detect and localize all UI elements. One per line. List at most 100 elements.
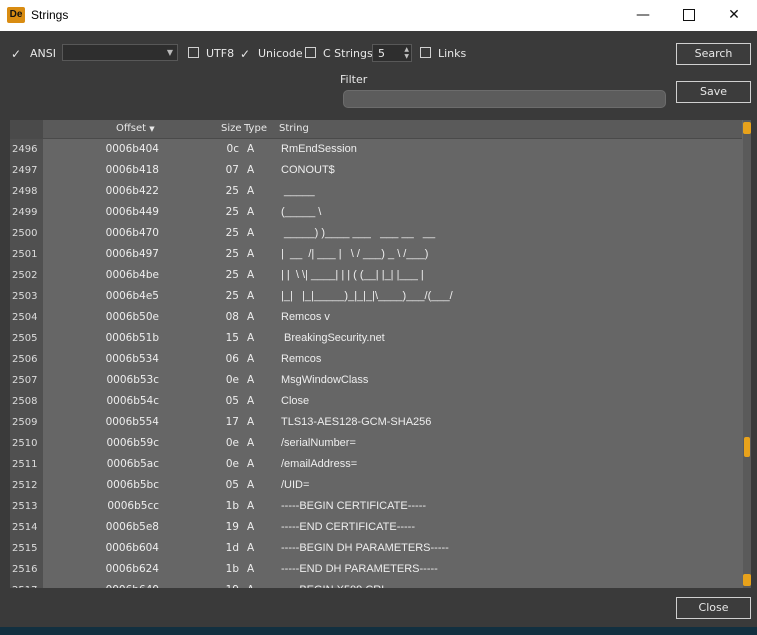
- string-cell: MsgWindowClass: [281, 374, 369, 386]
- table-row[interactable]: 2504 0006b50e 08 A Remcos v: [10, 307, 742, 328]
- type-cell: A: [247, 374, 255, 386]
- table-row[interactable]: 2513 0006b5cc 1b A -----BEGIN CERTIFICATE---…: [10, 496, 742, 517]
- table-row[interactable]: 2500 0006b470 25 A _____) )____ ___ ___ __ …: [10, 223, 742, 244]
- string-cell: /emailAddress=: [281, 458, 358, 470]
- spin-down-icon[interactable]: ▼: [404, 53, 409, 60]
- table-row[interactable]: 2497 0006b418 07 A CONOUT$: [10, 160, 742, 181]
- close-window-button[interactable]: ✕: [711, 0, 757, 31]
- string-cell: CONOUT$: [281, 164, 335, 176]
- size-cell: 25: [225, 269, 239, 281]
- column-offset[interactable]: Offset ▼: [116, 123, 155, 134]
- table-row[interactable]: 2512 0006b5bc 05 A/UID=: [10, 475, 742, 496]
- row-index: 2508: [10, 391, 43, 412]
- save-button[interactable]: Save: [676, 81, 751, 103]
- type-cell: A: [247, 479, 255, 491]
- table-row[interactable]: 2501 0006b497 25 A | __ /| ___ | \ / ___) _ …: [10, 244, 742, 265]
- encoding-dropdown[interactable]: ▼: [62, 44, 178, 61]
- minimize-button[interactable]: —: [620, 0, 666, 31]
- row-index: 2506: [10, 349, 43, 370]
- offset-cell: 0006b497: [105, 248, 159, 260]
- utf8-checkbox[interactable]: [188, 47, 199, 58]
- table-row[interactable]: 2515 0006b604 1d A -----BEGIN DH PARAMETERS-…: [10, 538, 742, 559]
- size-cell: 25: [225, 185, 239, 197]
- type-cell: A: [247, 185, 255, 197]
- maximize-button[interactable]: [666, 0, 712, 31]
- size-cell: 25: [225, 248, 239, 260]
- size-cell: 1b: [225, 500, 239, 512]
- offset-cell: 0006b5cc: [107, 500, 159, 512]
- string-cell: -----END CERTIFICATE-----: [281, 521, 416, 533]
- column-type[interactable]: Type: [244, 123, 267, 134]
- column-string[interactable]: String: [279, 123, 309, 134]
- ansi-label: ANSI: [30, 47, 56, 60]
- row-index: 2513: [10, 496, 43, 517]
- size-cell: 0e: [225, 374, 239, 386]
- chevron-down-icon: ▼: [166, 48, 173, 57]
- string-cell: _____: [281, 185, 315, 197]
- sort-down-icon: ▼: [149, 125, 155, 133]
- table-row[interactable]: 2510 0006b59c 0e A/serialNumber=: [10, 433, 742, 454]
- table-row[interactable]: 2509 0006b554 17 A TLS13-AES128-GCM-SHA256: [10, 412, 742, 433]
- offset-cell: 0006b624: [105, 563, 159, 575]
- table-row[interactable]: 2511 0006b5ac 0e A/emailAddress=: [10, 454, 742, 475]
- row-index: 2511: [10, 454, 43, 475]
- filter-input[interactable]: [343, 90, 666, 108]
- table-row[interactable]: 2499 0006b449 25 A (_____ \: [10, 202, 742, 223]
- scroll-down-icon[interactable]: [743, 574, 751, 586]
- ansi-checkbox[interactable]: ✓: [11, 48, 21, 60]
- string-cell: RmEndSession: [281, 143, 357, 155]
- spin-up-icon[interactable]: ▲: [404, 46, 409, 53]
- table-row[interactable]: 2502 0006b4be 25 A | | \ \| ____| | | ( (__|…: [10, 265, 742, 286]
- search-button[interactable]: Search: [676, 43, 751, 65]
- type-cell: A: [247, 500, 255, 512]
- size-cell: 0e: [225, 437, 239, 449]
- title-bar: De Strings — ✕: [0, 0, 757, 31]
- scroll-thumb[interactable]: [744, 437, 750, 457]
- table-row[interactable]: 2496 0006b404 0c A RmEndSession: [10, 139, 742, 160]
- type-cell: A: [247, 580, 254, 588]
- size-cell: 0c: [226, 143, 239, 155]
- string-cell: BreakingSecurity.net: [281, 332, 385, 344]
- table-row[interactable]: 2507 0006b53c 0e A MsgWindowClass: [10, 370, 742, 391]
- type-cell: A: [247, 542, 255, 554]
- row-index: 2503: [10, 286, 43, 307]
- links-checkbox[interactable]: [420, 47, 431, 58]
- close-button[interactable]: Close: [676, 597, 751, 619]
- string-cell: Remcos: [281, 353, 322, 365]
- row-index: 2504: [10, 307, 43, 328]
- row-index: 2499: [10, 202, 43, 223]
- table-row[interactable]: 2508 0006b54c 05 A Close: [10, 391, 742, 412]
- offset-cell: 0006b5bc: [106, 479, 159, 491]
- table-row[interactable]: 2505 0006b51b 15 A BreakingSecurity.net: [10, 328, 742, 349]
- scroll-up-icon[interactable]: [743, 122, 751, 134]
- vertical-scrollbar[interactable]: [743, 120, 751, 588]
- window-title: Strings: [31, 8, 69, 22]
- type-cell: A: [247, 227, 255, 239]
- header-corner: [10, 120, 43, 138]
- table-header: Offset ▼ Size Type String: [10, 120, 742, 139]
- table-row[interactable]: 2503 0006b4e5 25 A |_| |_|_____)_|_|_|\____)…: [10, 286, 742, 307]
- offset-cell: 0006b640: [70, 580, 159, 588]
- string-cell: -----BEGIN X509 CRL-----: [281, 580, 406, 588]
- table-row[interactable]: 2514 0006b5e8 19 A -----END CERTIFICATE-----: [10, 517, 742, 538]
- offset-cell: 0006b54c: [106, 395, 159, 407]
- row-index: 2509: [10, 412, 43, 433]
- table-row[interactable]: 2498 0006b422 25 A _____: [10, 181, 742, 202]
- size-cell: 0e: [225, 458, 239, 470]
- table-row[interactable]: 2506 0006b534 06 A Remcos: [10, 349, 742, 370]
- offset-cell: 0006b604: [105, 542, 159, 554]
- cstrings-checkbox[interactable]: [305, 47, 316, 58]
- unicode-checkbox[interactable]: ✓: [240, 48, 250, 60]
- type-cell: A: [247, 395, 255, 407]
- column-size[interactable]: Size: [221, 123, 242, 134]
- min-length-spinbox[interactable]: 5 ▲ ▼: [372, 44, 412, 62]
- size-cell: 25: [225, 290, 239, 302]
- table-row[interactable]: 2517 0006b640 19 A -----BEGIN X509 CRL-----: [10, 580, 742, 588]
- row-index: 2501: [10, 244, 43, 265]
- table-row[interactable]: 2516 0006b624 1b A -----END DH PARAMETERS---…: [10, 559, 742, 580]
- table-body: 2496 0006b404 0c A RmEndSession 2497 0006b418 0…: [10, 139, 742, 588]
- offset-cell: 0006b4e5: [105, 290, 159, 302]
- size-cell: 15: [225, 332, 239, 344]
- type-cell: A: [247, 206, 255, 218]
- column-offset-label: Offset: [116, 123, 147, 134]
